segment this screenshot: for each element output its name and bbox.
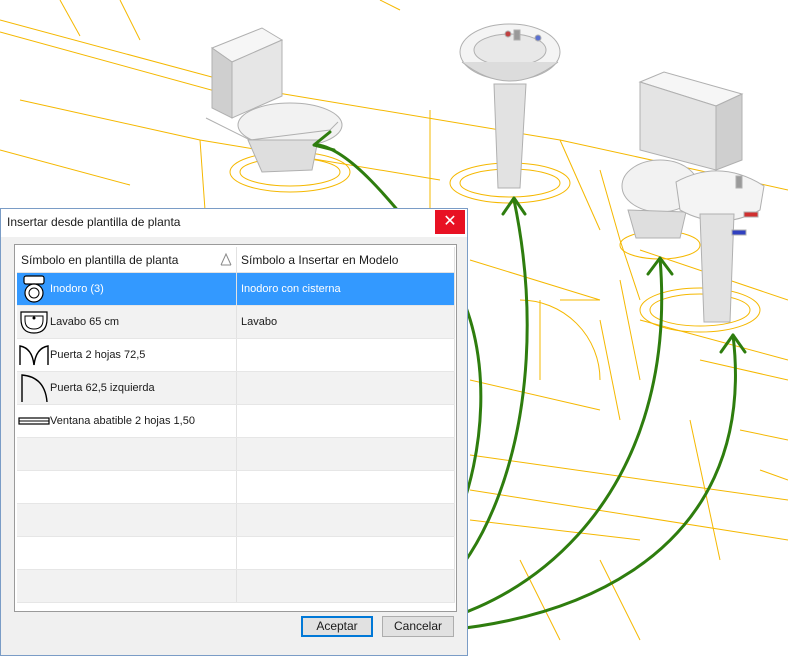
column-header-label: Símbolo a Insertar en Modelo (241, 253, 399, 267)
plan-symbol-cell: Lavabo 65 cm (17, 306, 237, 338)
empty-cell (17, 438, 237, 470)
plan-symbol-cell: Inodoro (3) (17, 273, 237, 305)
empty-cell (237, 471, 455, 503)
list-item-empty (17, 504, 455, 537)
close-icon: ✕ (443, 213, 457, 230)
empty-cell (17, 537, 237, 569)
plan-symbol-cell: Puerta 2 hojas 72,5 (17, 339, 237, 371)
insert-from-plan-template-dialog: Insertar desde plantilla de planta ✕ Sím… (0, 208, 468, 656)
model-symbol-cell: Lavabo (237, 306, 455, 338)
plan-symbol-name: Puerta 2 hojas 72,5 (50, 349, 146, 361)
empty-cell (237, 438, 455, 470)
empty-cell (237, 570, 455, 602)
plan-symbol-cell: Ventana abatible 2 hojas 1,50 (17, 405, 237, 437)
plan-symbol-name: Lavabo 65 cm (50, 316, 120, 328)
washbasin-3d-right[interactable] (675, 170, 765, 323)
list-item[interactable]: Puerta 2 hojas 72,5 (17, 339, 455, 372)
symbol-mapping-list[interactable]: Símbolo en plantilla de planta Símbolo a… (14, 244, 457, 612)
model-symbol-name: Inodoro con cisterna (241, 283, 341, 295)
window-plan-icon (18, 405, 50, 437)
washbasin-plan-icon (18, 306, 50, 338)
list-header: Símbolo en plantilla de planta Símbolo a… (17, 247, 455, 273)
model-symbol-cell (237, 372, 455, 404)
double-door-plan-icon (18, 339, 50, 371)
model-symbol-cell (237, 339, 455, 371)
empty-cell (17, 504, 237, 536)
dialog-titlebar[interactable]: Insertar desde plantilla de planta ✕ (1, 209, 467, 237)
column-header-model-symbol[interactable]: Símbolo a Insertar en Modelo (237, 247, 455, 273)
list-item-empty (17, 438, 455, 471)
plan-symbol-cell: Puerta 62,5 izquierda (17, 372, 237, 404)
list-item-empty (17, 471, 455, 504)
plan-symbol-name: Inodoro (3) (50, 283, 104, 295)
washbasin-3d-center[interactable] (459, 23, 561, 189)
column-header-plan-symbol[interactable]: Símbolo en plantilla de planta (17, 247, 237, 273)
dialog-title: Insertar desde plantilla de planta (7, 215, 181, 229)
plan-symbol-name: Puerta 62,5 izquierda (50, 382, 155, 394)
accept-button[interactable]: Aceptar (301, 616, 373, 637)
sort-ascending-icon (220, 252, 232, 266)
empty-cell (17, 471, 237, 503)
empty-cell (237, 504, 455, 536)
list-item[interactable]: Inodoro (3) Inodoro con cisterna (17, 273, 455, 306)
door-left-plan-icon (18, 372, 50, 404)
cancel-button[interactable]: Cancelar (382, 616, 454, 637)
close-button[interactable]: ✕ (435, 210, 465, 234)
list-item[interactable]: Ventana abatible 2 hojas 1,50 (17, 405, 455, 438)
model-symbol-name: Lavabo (241, 316, 278, 328)
plan-symbol-name: Ventana abatible 2 hojas 1,50 (50, 415, 195, 427)
model-symbol-cell (237, 405, 455, 437)
list-item-empty (17, 537, 455, 570)
list-rows: Inodoro (3) Inodoro con cisterna Lavabo … (17, 273, 455, 603)
list-item[interactable]: Puerta 62,5 izquierda (17, 372, 455, 405)
list-item-empty (17, 570, 455, 603)
empty-cell (17, 570, 237, 602)
empty-cell (237, 537, 455, 569)
column-header-label: Símbolo en plantilla de planta (21, 253, 179, 267)
model-symbol-cell: Inodoro con cisterna (237, 273, 455, 305)
toilet-plan-icon (18, 273, 50, 305)
list-item[interactable]: Lavabo 65 cm Lavabo (17, 306, 455, 339)
